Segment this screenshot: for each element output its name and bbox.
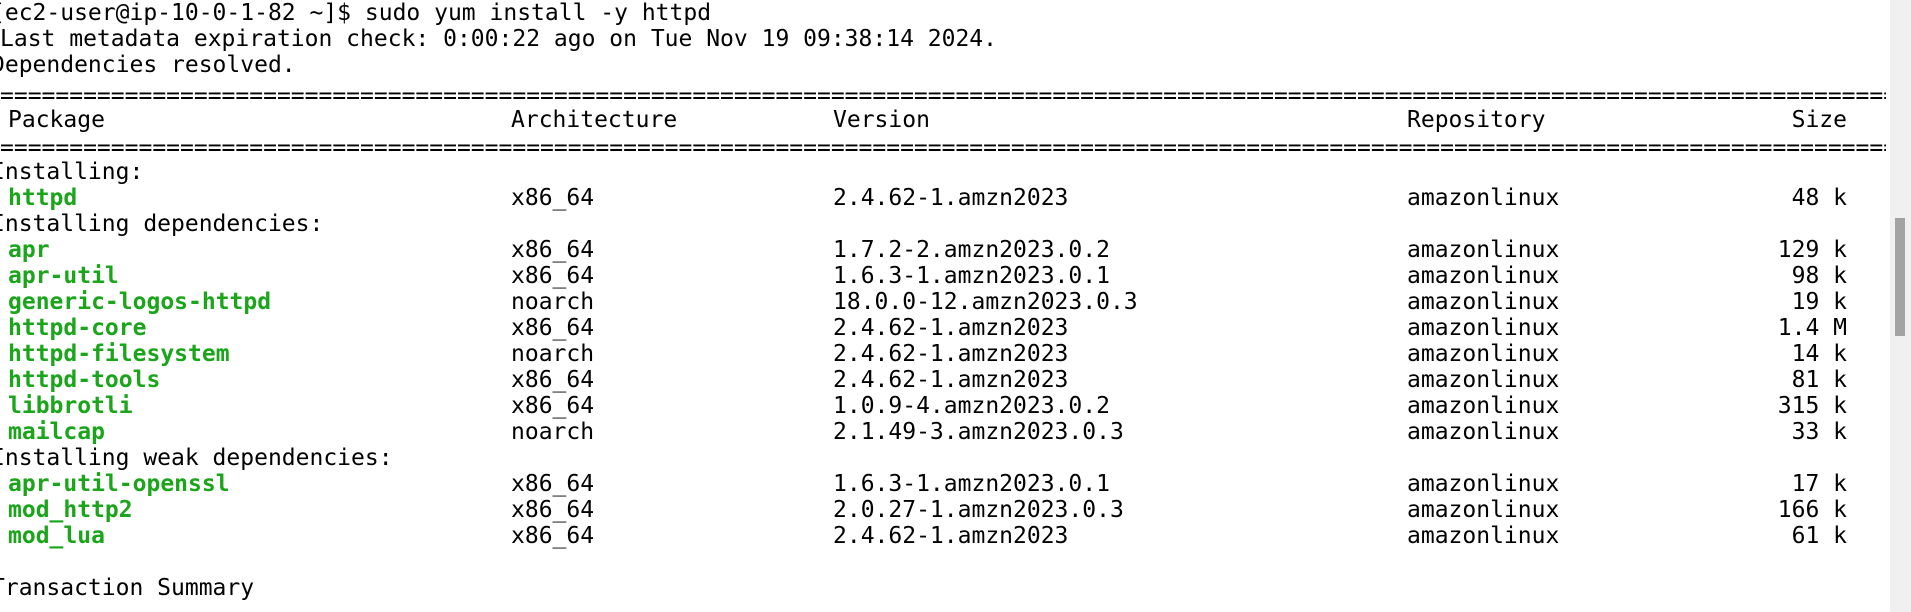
package-size: 19 k	[1791, 289, 1847, 315]
package-repo: amazonlinux	[1407, 393, 1560, 419]
package-size: 98 k	[1791, 263, 1847, 289]
package-arch: x86_64	[511, 471, 595, 497]
package-repo: amazonlinux	[1407, 315, 1560, 341]
package-arch: x86_64	[511, 185, 595, 211]
package-version: 1.0.9-4.amzn2023.0.2	[833, 393, 1110, 419]
package-name: libbrotli	[8, 393, 133, 419]
table-row: libbrotli x86_64 1.0.9-4.amzn2023.0.2 am…	[0, 393, 1890, 419]
header-size: Size	[1791, 107, 1847, 133]
package-name: httpd-core	[8, 315, 147, 341]
transaction-summary-heading: Transaction Summary	[0, 575, 255, 601]
package-size: 33 k	[1791, 419, 1847, 445]
package-repo: amazonlinux	[1407, 185, 1560, 211]
header-version: Version	[833, 107, 930, 133]
package-name: httpd	[8, 185, 78, 211]
package-name: mod_lua	[8, 523, 105, 549]
table-row: httpd-core x86_64 2.4.62-1.amzn2023 amaz…	[0, 315, 1890, 341]
package-size: 81 k	[1791, 367, 1847, 393]
command-prompt-line: [ec2-user@ip-10-0-1-82 ~]$ sudo yum inst…	[0, 0, 712, 26]
metadata-expiration-line: Last metadata expiration check: 0:00:22 …	[0, 26, 997, 52]
package-arch: x86_64	[511, 393, 595, 419]
table-row: generic-logos-httpd noarch 18.0.0-12.amz…	[0, 289, 1890, 315]
package-version: 1.7.2-2.amzn2023.0.2	[833, 237, 1110, 263]
package-repo: amazonlinux	[1407, 471, 1560, 497]
package-name: mailcap	[8, 419, 105, 445]
section-installing: Installing:	[0, 159, 144, 185]
package-repo: amazonlinux	[1407, 419, 1560, 445]
package-repo: amazonlinux	[1407, 289, 1560, 315]
package-name: mod_http2	[8, 497, 133, 523]
section-dependencies: Installing dependencies:	[0, 211, 324, 237]
vertical-scrollbar[interactable]	[1890, 0, 1911, 612]
package-size: 166 k	[1777, 497, 1847, 523]
package-name: generic-logos-httpd	[8, 289, 272, 315]
package-repo: amazonlinux	[1407, 523, 1560, 549]
package-version: 2.4.62-1.amzn2023	[833, 341, 1069, 367]
table-row: mailcap noarch 2.1.49-3.amzn2023.0.3 ama…	[0, 419, 1890, 445]
package-repo: amazonlinux	[1407, 341, 1560, 367]
table-row: apr-util x86_64 1.6.3-1.amzn2023.0.1 ama…	[0, 263, 1890, 289]
section-weak-dependencies: Installing weak dependencies:	[0, 445, 393, 471]
terminal-window[interactable]: [ec2-user@ip-10-0-1-82 ~]$ sudo yum inst…	[0, 0, 1890, 612]
package-arch: x86_64	[511, 263, 595, 289]
scrollbar-thumb[interactable]	[1895, 218, 1905, 336]
package-size: 315 k	[1777, 393, 1847, 419]
table-row: mod_lua x86_64 2.4.62-1.amzn2023 amazonl…	[0, 523, 1890, 549]
package-version: 1.6.3-1.amzn2023.0.1	[833, 471, 1110, 497]
package-version: 2.1.49-3.amzn2023.0.3	[833, 419, 1124, 445]
package-arch: noarch	[511, 419, 595, 445]
package-arch: noarch	[511, 341, 595, 367]
table-row: httpd-tools x86_64 2.4.62-1.amzn2023 ama…	[0, 367, 1890, 393]
package-name: apr-util	[8, 263, 119, 289]
table-row: mod_http2 x86_64 2.0.27-1.amzn2023.0.3 a…	[0, 497, 1890, 523]
package-version: 2.4.62-1.amzn2023	[833, 315, 1069, 341]
header-repository: Repository	[1407, 107, 1546, 133]
package-version: 2.4.62-1.amzn2023	[833, 367, 1069, 393]
package-size: 48 k	[1791, 185, 1847, 211]
dependencies-resolved-line: Dependencies resolved.	[0, 52, 296, 78]
package-size: 1.4 M	[1777, 315, 1847, 341]
separator-header: ========================================…	[0, 135, 1886, 161]
package-size: 14 k	[1791, 341, 1847, 367]
table-row: httpd x86_64 2.4.62-1.amzn2023 amazonlin…	[0, 185, 1890, 211]
package-size: 129 k	[1777, 237, 1847, 263]
package-repo: amazonlinux	[1407, 367, 1560, 393]
package-arch: x86_64	[511, 523, 595, 549]
package-size: 61 k	[1791, 523, 1847, 549]
package-arch: x86_64	[511, 497, 595, 523]
package-name: apr-util-openssl	[8, 471, 230, 497]
package-version: 18.0.0-12.amzn2023.0.3	[833, 289, 1138, 315]
package-repo: amazonlinux	[1407, 497, 1560, 523]
header-package: Package	[8, 107, 105, 133]
package-arch: x86_64	[511, 315, 595, 341]
package-version: 2.4.62-1.amzn2023	[833, 185, 1069, 211]
table-header: Package Architecture Version Repository …	[0, 107, 1890, 133]
header-architecture: Architecture	[511, 107, 678, 133]
package-name: httpd-tools	[8, 367, 161, 393]
package-version: 2.0.27-1.amzn2023.0.3	[833, 497, 1124, 523]
package-arch: x86_64	[511, 367, 595, 393]
package-version: 1.6.3-1.amzn2023.0.1	[833, 263, 1110, 289]
table-row: httpd-filesystem noarch 2.4.62-1.amzn202…	[0, 341, 1890, 367]
package-arch: noarch	[511, 289, 595, 315]
table-row: apr-util-openssl x86_64 1.6.3-1.amzn2023…	[0, 471, 1890, 497]
package-arch: x86_64	[511, 237, 595, 263]
package-version: 2.4.62-1.amzn2023	[833, 523, 1069, 549]
package-size: 17 k	[1791, 471, 1847, 497]
package-name: apr	[8, 237, 50, 263]
package-repo: amazonlinux	[1407, 237, 1560, 263]
package-repo: amazonlinux	[1407, 263, 1560, 289]
package-name: httpd-filesystem	[8, 341, 230, 367]
table-row: apr x86_64 1.7.2-2.amzn2023.0.2 amazonli…	[0, 237, 1890, 263]
separator-top: ========================================…	[0, 83, 1886, 109]
